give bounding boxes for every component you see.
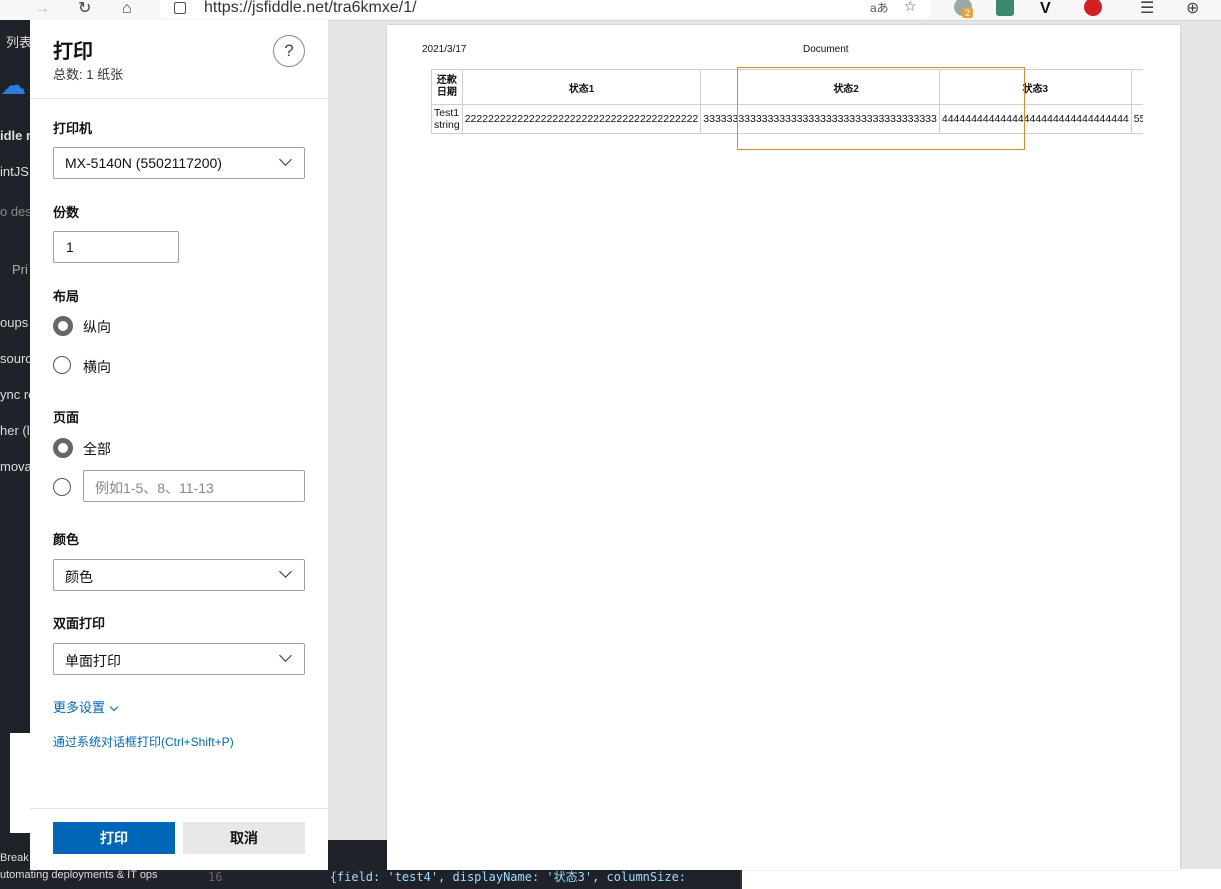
- chevron-down-icon: [279, 565, 292, 578]
- data-cell: 555555555555555: [1130, 104, 1143, 134]
- duplex-select[interactable]: 单面打印: [53, 643, 305, 675]
- duplex-label: 双面打印: [53, 616, 106, 631]
- printer-label: 打印机: [53, 121, 93, 136]
- sheet-count: 总数: 1 纸张: [53, 67, 124, 82]
- layout-label: 布局: [53, 289, 80, 304]
- dialog-title: 打印: [53, 41, 93, 63]
- color-label: 颜色: [53, 532, 80, 547]
- data-cell: 2222222222222222222222222222222222222222: [461, 104, 702, 134]
- bg-text: her (l: [0, 423, 30, 438]
- bg-text: idle r: [0, 128, 30, 143]
- bg-text: ync re: [0, 387, 30, 402]
- extension-badge: 2: [962, 8, 974, 18]
- system-dialog-link[interactable]: 通过系统对话框打印(Ctrl+Shift+P): [53, 733, 234, 750]
- landscape-label: 横向: [83, 359, 111, 375]
- portrait-label: 纵向: [83, 319, 111, 335]
- forward-icon[interactable]: →: [34, 0, 50, 18]
- divider: [30, 98, 328, 99]
- copies-label: 份数: [53, 205, 80, 220]
- bg-text: oups: [0, 315, 29, 330]
- divider: [30, 808, 328, 809]
- bg-text: intJS: [0, 164, 29, 179]
- copies-value: 1: [66, 239, 74, 255]
- page-range-placeholder: 例如1-5、8、11-13: [95, 480, 214, 496]
- row-label-cell: Test1 string: [431, 104, 463, 134]
- printer-select[interactable]: MX-5140N (5502117200): [53, 147, 305, 179]
- bg-text: sourc: [0, 351, 30, 366]
- lock-icon: [174, 2, 186, 14]
- cancel-button[interactable]: 取消: [183, 822, 305, 854]
- header-cell: 还款日期: [431, 69, 463, 105]
- copies-input[interactable]: 1: [53, 231, 179, 263]
- row-label-line: string: [434, 119, 460, 131]
- radio-landscape[interactable]: [53, 356, 71, 374]
- bg-card: [10, 733, 30, 833]
- more-settings-link[interactable]: 更多设置: [53, 697, 119, 716]
- printer-value: MX-5140N (5502117200): [65, 155, 222, 171]
- code-text: {field: 'test4', displayName: '状态3', col…: [329, 870, 687, 884]
- chevron-down-icon: [279, 649, 292, 662]
- background-page-strip: ☁ 列表 idle r intJS o des Pri oups sourc y…: [0, 20, 30, 889]
- refresh-icon[interactable]: ↻: [78, 0, 91, 18]
- duplex-value: 单面打印: [65, 653, 121, 669]
- radio-all-pages[interactable]: [53, 438, 73, 458]
- line-number: 16: [208, 870, 223, 884]
- color-value: 颜色: [65, 569, 93, 585]
- print-preview-page: 2021/3/17 Document 还款日期 状态1 状态2 状态3 状态 T…: [387, 25, 1180, 870]
- read-aloud-icon[interactable]: aあ: [870, 0, 889, 16]
- url-text: https://jsfiddle.net/tra6kmxe/1/: [204, 0, 417, 16]
- radio-portrait[interactable]: [53, 316, 73, 336]
- bg-text: mova: [0, 459, 30, 474]
- header-cell: 状态1: [461, 69, 702, 105]
- s-extension-icon[interactable]: [996, 0, 1014, 16]
- radio-page-range[interactable]: [53, 478, 71, 496]
- pages-label: 页面: [53, 410, 80, 425]
- all-pages-label: 全部: [83, 441, 111, 457]
- background-code-line: 16 {field: 'test4', displayName: '状态3', …: [208, 868, 686, 885]
- preview-date: 2021/3/17: [422, 44, 467, 55]
- print-button[interactable]: 打印: [53, 822, 175, 854]
- background-panel: [740, 869, 1221, 889]
- collections-icon[interactable]: ⊕: [1186, 0, 1199, 18]
- bg-text: Pri: [12, 262, 28, 277]
- browser-toolbar: → ↻ ⌂ https://jsfiddle.net/tra6kmxe/1/ a…: [0, 0, 1221, 21]
- header-cell: 状态: [1130, 69, 1143, 105]
- page-range-input[interactable]: 例如1-5、8、11-13: [83, 470, 305, 502]
- chevron-down-icon: [279, 153, 292, 166]
- favorite-add-icon[interactable]: ☆: [904, 0, 917, 15]
- preview-document-title: Document: [803, 44, 849, 55]
- row-label-line: Test1: [434, 107, 460, 119]
- cloud-icon: ☁: [0, 70, 26, 100]
- highlight-box: [737, 67, 1025, 150]
- address-bar[interactable]: https://jsfiddle.net/tra6kmxe/1/ aあ ☆: [160, 0, 930, 18]
- v-extension-icon[interactable]: V: [1040, 0, 1051, 18]
- help-button[interactable]: ?: [273, 35, 305, 67]
- more-settings-label: 更多设置: [53, 700, 106, 715]
- favorites-icon[interactable]: ☰: [1140, 0, 1154, 18]
- chevron-down-icon: [109, 702, 119, 712]
- home-icon[interactable]: ⌂: [122, 0, 132, 18]
- color-select[interactable]: 颜色: [53, 559, 305, 591]
- red-extension-icon[interactable]: [1084, 0, 1102, 16]
- print-settings-panel: 打印 总数: 1 纸张 ? 打印机 MX-5140N (5502117200) …: [30, 20, 328, 870]
- bg-text: 列表: [6, 35, 30, 50]
- bg-text: o des: [0, 204, 30, 219]
